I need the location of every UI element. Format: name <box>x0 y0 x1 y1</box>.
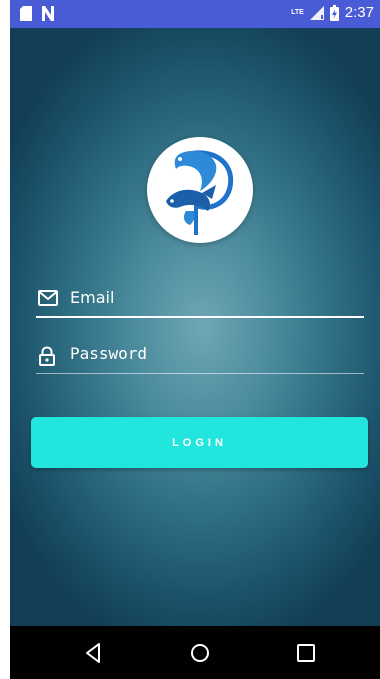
status-bar-right: LTE 2:37 <box>291 4 374 21</box>
signal-icon <box>309 5 324 20</box>
login-screen: Email Password LOGIN <box>10 28 380 626</box>
lock-icon <box>39 346 55 366</box>
password-underline <box>36 373 364 374</box>
status-bar: LTE 2:37 <box>10 0 380 28</box>
n-notification-icon <box>42 6 54 21</box>
back-icon[interactable] <box>81 640 107 666</box>
sd-card-icon <box>20 6 32 21</box>
network-type-label: LTE <box>291 9 304 16</box>
status-time: 2:37 <box>344 4 374 21</box>
navigation-bar <box>10 626 380 679</box>
password-field[interactable]: Password <box>36 340 364 374</box>
recents-icon[interactable] <box>293 640 319 666</box>
mail-icon <box>38 290 58 306</box>
password-input[interactable]: Password <box>70 344 147 363</box>
email-input[interactable]: Email <box>70 288 114 307</box>
battery-icon <box>329 4 339 21</box>
login-button[interactable]: LOGIN <box>31 417 368 468</box>
app-logo <box>147 137 253 243</box>
home-icon[interactable] <box>187 640 213 666</box>
email-field[interactable]: Email <box>36 284 364 318</box>
status-bar-left <box>20 6 55 21</box>
email-underline <box>36 316 364 318</box>
phone-screen: LTE 2:37 Email Password LOGIN <box>10 0 380 679</box>
login-button-label: LOGIN <box>172 436 227 449</box>
fish-logo-icon <box>166 150 234 235</box>
